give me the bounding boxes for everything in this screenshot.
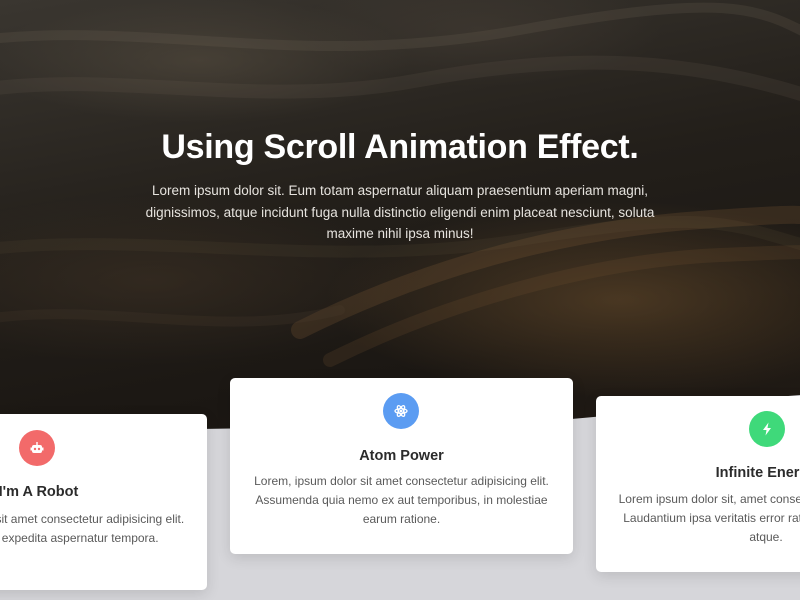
hero-description: Lorem ipsum dolor sit. Eum totam asperna… <box>145 183 655 241</box>
card-text: Lorem, ipsum dolor sit amet consectetur … <box>254 474 549 526</box>
card-title: Atom Power <box>359 448 444 464</box>
page: Using Scroll Animation Effect. Lorem ips… <box>0 0 800 600</box>
atom-icon <box>383 393 419 429</box>
feature-card-energy: Infinite Energy Lorem ipsum dolor sit, a… <box>596 396 800 572</box>
hero-title: Using Scroll Animation Effect. <box>161 128 639 166</box>
robot-icon <box>19 430 55 466</box>
bolt-icon <box>749 411 785 447</box>
card-text: Lorem ipsum dolor sit, amet consectetur … <box>618 492 800 544</box>
feature-card-atom: Atom Power Lorem, ipsum dolor sit amet c… <box>230 378 573 554</box>
card-title: I'm A Robot <box>0 484 79 500</box>
card-text: Lorem ipsum dolor sit amet consectetur a… <box>0 512 185 545</box>
feature-card-robot: I'm A Robot Lorem ipsum dolor sit amet c… <box>0 414 207 590</box>
card-title: Infinite Energy <box>715 465 800 481</box>
